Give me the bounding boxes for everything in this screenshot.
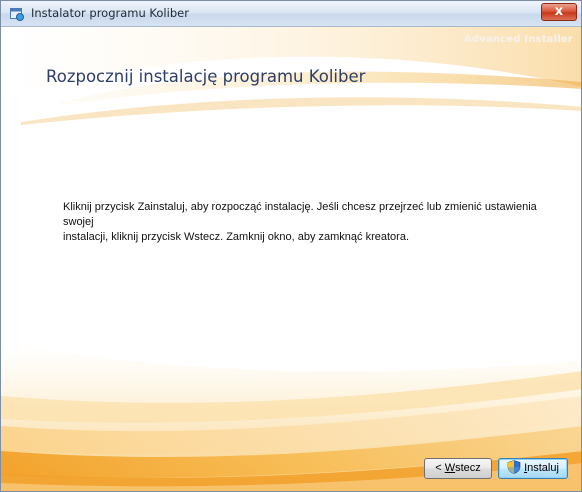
instructions-line-2: instalacji, kliknij przycisk Wstecz. Zam… [63, 231, 409, 243]
back-mnemonic: W [444, 462, 456, 474]
back-label: stecz [455, 462, 481, 474]
installer-icon [10, 6, 24, 21]
back-button[interactable]: < Wstecz [424, 458, 492, 479]
close-button[interactable]: x [541, 3, 577, 21]
close-icon: x [554, 4, 564, 19]
brand-watermark: Advanced Installer [463, 34, 573, 45]
installer-window: Instalator programu Koliber x Advanced I… [0, 0, 582, 492]
install-button[interactable]: Instaluj [498, 458, 568, 479]
back-prefix: < [435, 462, 445, 474]
page-title: Rozpocznij instalację programu Koliber [46, 67, 366, 86]
install-label: nstaluj [527, 462, 559, 474]
instructions-line-1: Kliknij przycisk Zainstaluj, aby rozpocz… [63, 201, 537, 228]
footer-decoration [1, 341, 581, 491]
title-bar[interactable]: Instalator programu Koliber x [1, 1, 581, 27]
instructions-text: Kliknij przycisk Zainstaluj, aby rozpocz… [63, 200, 563, 245]
window-title: Instalator programu Koliber [31, 6, 189, 20]
shield-icon [507, 460, 521, 474]
